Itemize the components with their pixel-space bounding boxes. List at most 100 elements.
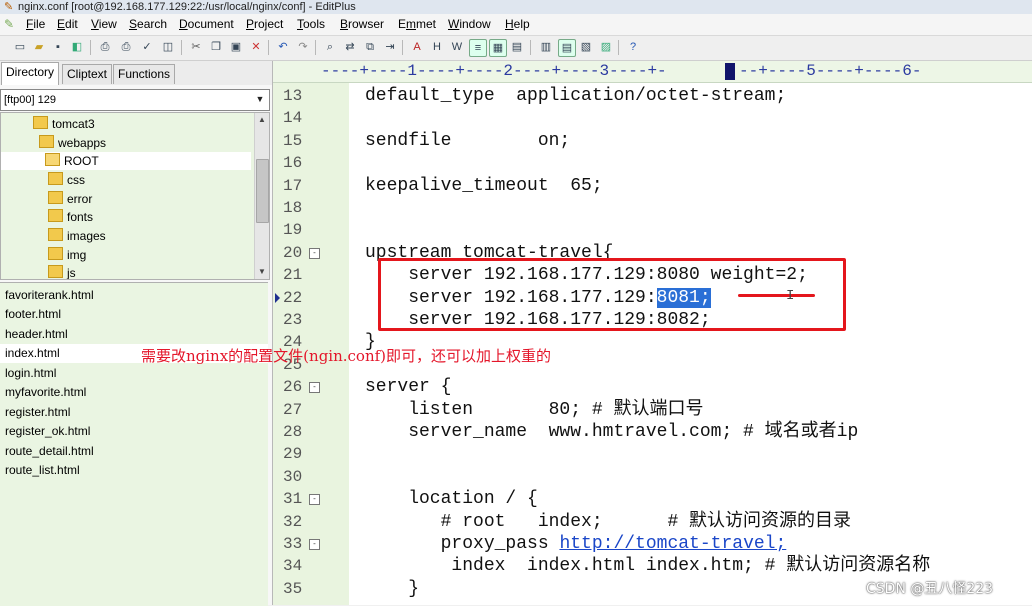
menu-bar: ✎ File Edit View Search Document Project… — [0, 14, 1032, 36]
code-line[interactable]: location / { — [365, 488, 538, 510]
spellcheck-icon[interactable]: ✓ — [139, 39, 155, 55]
tree-item[interactable]: css — [48, 171, 85, 189]
fold-toggle-icon[interactable]: - — [309, 494, 320, 506]
code-line-text: } — [365, 578, 420, 599]
code-line[interactable]: index index.html index.htm; # 默认访问资源名称 — [365, 555, 930, 577]
output-window-icon[interactable]: ▧ — [578, 39, 594, 55]
copy-icon[interactable]: ❐ — [208, 39, 224, 55]
ruler-icon[interactable]: ▦ — [489, 39, 507, 57]
new-file-icon[interactable]: ▭ — [12, 39, 28, 55]
code-line[interactable]: listen 80; # 默认端口号 — [365, 399, 703, 421]
cliptext-icon[interactable]: ▤ — [558, 39, 576, 57]
code-line[interactable]: keepalive_timeout 65; — [365, 175, 603, 197]
tree-item[interactable]: tomcat3 — [33, 115, 95, 133]
code-line[interactable]: } — [365, 578, 419, 600]
menu-edit[interactable]: Edit — [57, 17, 78, 32]
column-ruler: ----+----1----+----2----+----3----+- --+… — [273, 61, 1032, 83]
code-line[interactable]: default_type application/octet-stream; — [365, 85, 786, 107]
tree-scrollbar[interactable]: ▲ ▼ — [254, 113, 269, 279]
delete-icon[interactable]: ✕ — [248, 39, 264, 55]
proxy-pass-link[interactable]: http://tomcat-travel; — [559, 534, 786, 554]
find-in-files-icon[interactable]: ⧉ — [362, 39, 378, 55]
code-line-text: server_name www.hmtravel.com; # 域名或者ip — [365, 422, 859, 442]
font-icon[interactable]: A — [409, 39, 425, 55]
fold-toggle-icon[interactable]: - — [309, 382, 320, 394]
menu-document[interactable]: Document — [179, 17, 234, 32]
fold-toggle-icon[interactable]: - — [309, 539, 320, 550]
word-wrap-icon[interactable]: W — [449, 39, 465, 55]
tab-directory[interactable]: Directory — [1, 62, 60, 85]
open-folder-icon[interactable]: ▰ — [31, 39, 47, 55]
code-line[interactable]: proxy_pass http://tomcat-travel; — [365, 533, 787, 555]
print-icon[interactable]: ⎙ — [118, 39, 134, 55]
scroll-down-icon[interactable]: ▼ — [256, 266, 268, 278]
file-item[interactable]: login.html — [0, 364, 268, 383]
toolbar-separator — [181, 40, 182, 55]
file-item[interactable]: register.html — [0, 403, 268, 422]
menu-project[interactable]: Project — [246, 17, 283, 32]
code-line-text: # root index; # 默认访问资源的目录 — [365, 511, 852, 532]
scroll-up-icon[interactable]: ▲ — [256, 114, 268, 126]
menu-view[interactable]: View — [91, 17, 117, 32]
scrollbar-thumb[interactable] — [256, 159, 269, 223]
menu-file[interactable]: File — [26, 17, 45, 32]
code-line[interactable]: sendfile on; — [365, 130, 570, 152]
tree-item[interactable]: img — [48, 246, 86, 264]
folder-icon — [48, 265, 63, 278]
tree-item-selected[interactable]: ROOT — [1, 152, 251, 170]
menu-emmet[interactable]: Emmet — [398, 17, 436, 32]
file-item[interactable]: favoriterank.html — [0, 286, 268, 305]
save-icon[interactable]: ▪ — [50, 39, 66, 55]
paste-icon[interactable]: ▣ — [228, 39, 244, 55]
toolbar-separator — [618, 40, 619, 55]
code-line-text: keepalive_timeout 65; — [365, 175, 603, 196]
chevron-down-icon[interactable]: ▼ — [253, 92, 267, 106]
tree-item[interactable]: webapps — [39, 134, 106, 152]
code-line-text: index index.html index.htm; # 默认访问资源名称 — [365, 556, 931, 577]
file-item[interactable]: footer.html — [0, 305, 268, 324]
line-number: 14 — [283, 109, 303, 128]
line-number: 33 — [283, 535, 303, 553]
tab-cliptext[interactable]: Cliptext — [62, 64, 113, 84]
file-item[interactable]: register_ok.html — [0, 422, 268, 441]
pencil-icon: ✎ — [4, 17, 15, 31]
code-editor[interactable]: ----+----1----+----2----+----3----+- --+… — [273, 61, 1032, 605]
menu-help[interactable]: Help — [505, 17, 530, 32]
menu-tools[interactable]: Tools — [297, 17, 325, 32]
column-select-icon[interactable]: ▤ — [509, 39, 525, 55]
tab-functions[interactable]: Functions — [113, 64, 176, 84]
drive-dropdown[interactable]: [ftp00] 129 ▼ — [0, 89, 270, 111]
redo-icon[interactable]: ↷ — [295, 39, 311, 55]
hex-icon[interactable]: H — [429, 39, 445, 55]
tree-item[interactable]: images — [48, 227, 106, 245]
directory-window-icon[interactable]: ▥ — [538, 39, 554, 55]
code-line[interactable]: server { — [365, 376, 451, 398]
file-item[interactable]: route_list.html — [0, 461, 268, 480]
file-item[interactable]: route_detail.html — [0, 442, 268, 461]
help-icon[interactable]: ? — [625, 39, 641, 55]
replace-icon[interactable]: ⇄ — [342, 39, 358, 55]
file-item[interactable]: myfavorite.html — [0, 383, 268, 402]
browser-icon[interactable]: ◫ — [160, 39, 176, 55]
code-line[interactable]: server_name www.hmtravel.com; # 域名或者ip — [365, 421, 858, 443]
menu-browser[interactable]: Browser — [340, 17, 384, 32]
tree-item[interactable]: js — [48, 264, 76, 279]
print-preview-icon[interactable]: ⎙ — [97, 39, 113, 55]
code-area[interactable]: default_type application/octet-stream; se… — [349, 83, 1032, 605]
undo-icon[interactable]: ↶ — [275, 39, 291, 55]
preferences-icon[interactable]: ▨ — [598, 39, 614, 55]
line-number-icon[interactable]: ≡ — [469, 39, 487, 57]
menu-search[interactable]: Search — [129, 17, 167, 32]
code-line[interactable]: # root index; # 默认访问资源的目录 — [365, 511, 851, 533]
line-number: 18 — [283, 199, 303, 217]
toolbar-separator — [315, 40, 316, 55]
goto-icon[interactable]: ⇥ — [382, 39, 398, 55]
cut-icon[interactable]: ✂ — [188, 39, 204, 55]
fold-toggle-icon[interactable]: - — [309, 247, 320, 259]
tree-item[interactable]: error — [48, 190, 92, 208]
menu-window[interactable]: Window — [448, 17, 491, 32]
find-icon[interactable]: ⌕ — [322, 39, 338, 55]
tree-item[interactable]: fonts — [48, 208, 93, 226]
save-all-icon[interactable]: ◧ — [69, 39, 85, 55]
file-item[interactable]: header.html — [0, 325, 268, 344]
